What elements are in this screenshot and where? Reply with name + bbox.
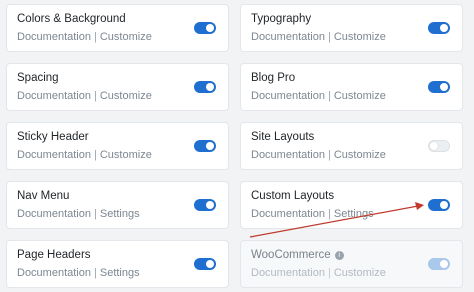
documentation-link[interactable]: Documentation xyxy=(251,208,325,220)
module-links: Documentation | Settings xyxy=(251,208,374,220)
module-links: Documentation | Customize xyxy=(17,31,152,43)
module-card-blog-pro: Blog Pro Documentation | Customize xyxy=(240,63,463,111)
link-separator: | xyxy=(328,149,331,161)
module-links: Documentation | Customize xyxy=(17,90,152,102)
settings-link[interactable]: Settings xyxy=(100,208,140,220)
module-title: Colors & Background xyxy=(17,13,126,25)
module-title: Blog Pro xyxy=(251,72,296,84)
module-card-site-layouts: Site Layouts Documentation | Customize xyxy=(240,122,463,170)
customize-link[interactable]: Customize xyxy=(334,149,386,161)
customize-link: Customize xyxy=(333,267,386,279)
documentation-link[interactable]: Documentation xyxy=(17,31,91,43)
module-title: Site Layouts xyxy=(251,131,315,143)
link-separator: | xyxy=(94,31,97,43)
module-card-nav-menu: Nav Menu Documentation | Settings xyxy=(6,181,229,229)
module-title: Nav Menu xyxy=(17,190,70,202)
link-separator: | xyxy=(94,149,97,161)
toggle-knob xyxy=(206,24,214,32)
module-title: Typography xyxy=(251,13,312,25)
toggle-knob xyxy=(430,142,438,150)
module-links: Documentation | Customize xyxy=(251,149,386,161)
customize-link[interactable]: Customize xyxy=(100,90,152,102)
toggle-knob xyxy=(440,201,448,209)
module-card-spacing: Spacing Documentation | Customize xyxy=(6,63,229,111)
module-toggle xyxy=(428,258,450,270)
toggle-knob xyxy=(440,24,448,32)
module-links: Documentation | Settings xyxy=(17,208,140,220)
documentation-link[interactable]: Documentation xyxy=(251,90,325,102)
module-title: Page Headers xyxy=(17,249,91,261)
toggle-knob xyxy=(440,83,448,91)
module-toggle[interactable] xyxy=(194,22,216,34)
link-separator: | xyxy=(94,267,97,279)
documentation-link[interactable]: Documentation xyxy=(17,267,91,279)
module-toggle[interactable] xyxy=(194,199,216,211)
link-separator: | xyxy=(94,90,97,102)
link-separator: | xyxy=(328,31,331,43)
customize-link[interactable]: Customize xyxy=(334,90,386,102)
documentation-link[interactable]: Documentation xyxy=(17,90,91,102)
module-title: Sticky Header xyxy=(17,131,89,143)
toggle-knob xyxy=(206,142,214,150)
documentation-link: Documentation xyxy=(251,267,325,279)
module-links: Documentation | Customize xyxy=(251,90,386,102)
documentation-link[interactable]: Documentation xyxy=(251,31,325,43)
module-card-typography: Typography Documentation | Customize xyxy=(240,4,463,52)
module-card-custom-layouts: Custom Layouts Documentation | Settings xyxy=(240,181,463,229)
customize-link[interactable]: Customize xyxy=(100,31,152,43)
module-title: WooCommerce i xyxy=(251,249,344,261)
toggle-knob xyxy=(440,260,448,268)
module-card-sticky-header: Sticky Header Documentation | Customize xyxy=(6,122,229,170)
module-links: Documentation | Settings xyxy=(17,267,140,279)
info-icon[interactable]: i xyxy=(334,251,344,260)
settings-link[interactable]: Settings xyxy=(100,267,140,279)
toggle-knob xyxy=(206,83,214,91)
link-separator: | xyxy=(94,208,97,220)
module-toggle[interactable] xyxy=(194,81,216,93)
module-card-woocommerce: WooCommerce i Documentation | Customize xyxy=(240,240,463,288)
module-links: Documentation | Customize xyxy=(17,149,152,161)
module-links: Documentation | Customize xyxy=(251,31,386,43)
module-card-page-headers: Page Headers Documentation | Settings xyxy=(6,240,229,288)
link-separator: | xyxy=(328,90,331,102)
module-toggle[interactable] xyxy=(194,258,216,270)
documentation-link[interactable]: Documentation xyxy=(17,208,91,220)
module-toggle[interactable] xyxy=(428,140,450,152)
toggle-knob xyxy=(206,260,214,268)
module-title: Spacing xyxy=(17,72,59,84)
module-title-text: WooCommerce xyxy=(251,249,331,261)
module-title: Custom Layouts xyxy=(251,190,335,202)
module-toggle[interactable] xyxy=(428,22,450,34)
module-links: Documentation | Customize xyxy=(251,267,386,279)
customize-link[interactable]: Customize xyxy=(100,149,152,161)
link-separator: | xyxy=(328,208,331,220)
documentation-link[interactable]: Documentation xyxy=(17,149,91,161)
module-toggle[interactable] xyxy=(428,81,450,93)
module-toggle[interactable] xyxy=(194,140,216,152)
link-separator: | xyxy=(328,267,331,279)
module-toggle[interactable] xyxy=(428,199,450,211)
settings-link[interactable]: Settings xyxy=(334,208,374,220)
module-card-colors-background: Colors & Background Documentation | Custom… xyxy=(6,4,229,52)
customize-link[interactable]: Customize xyxy=(334,31,386,43)
documentation-link[interactable]: Documentation xyxy=(251,149,325,161)
toggle-knob xyxy=(206,201,214,209)
